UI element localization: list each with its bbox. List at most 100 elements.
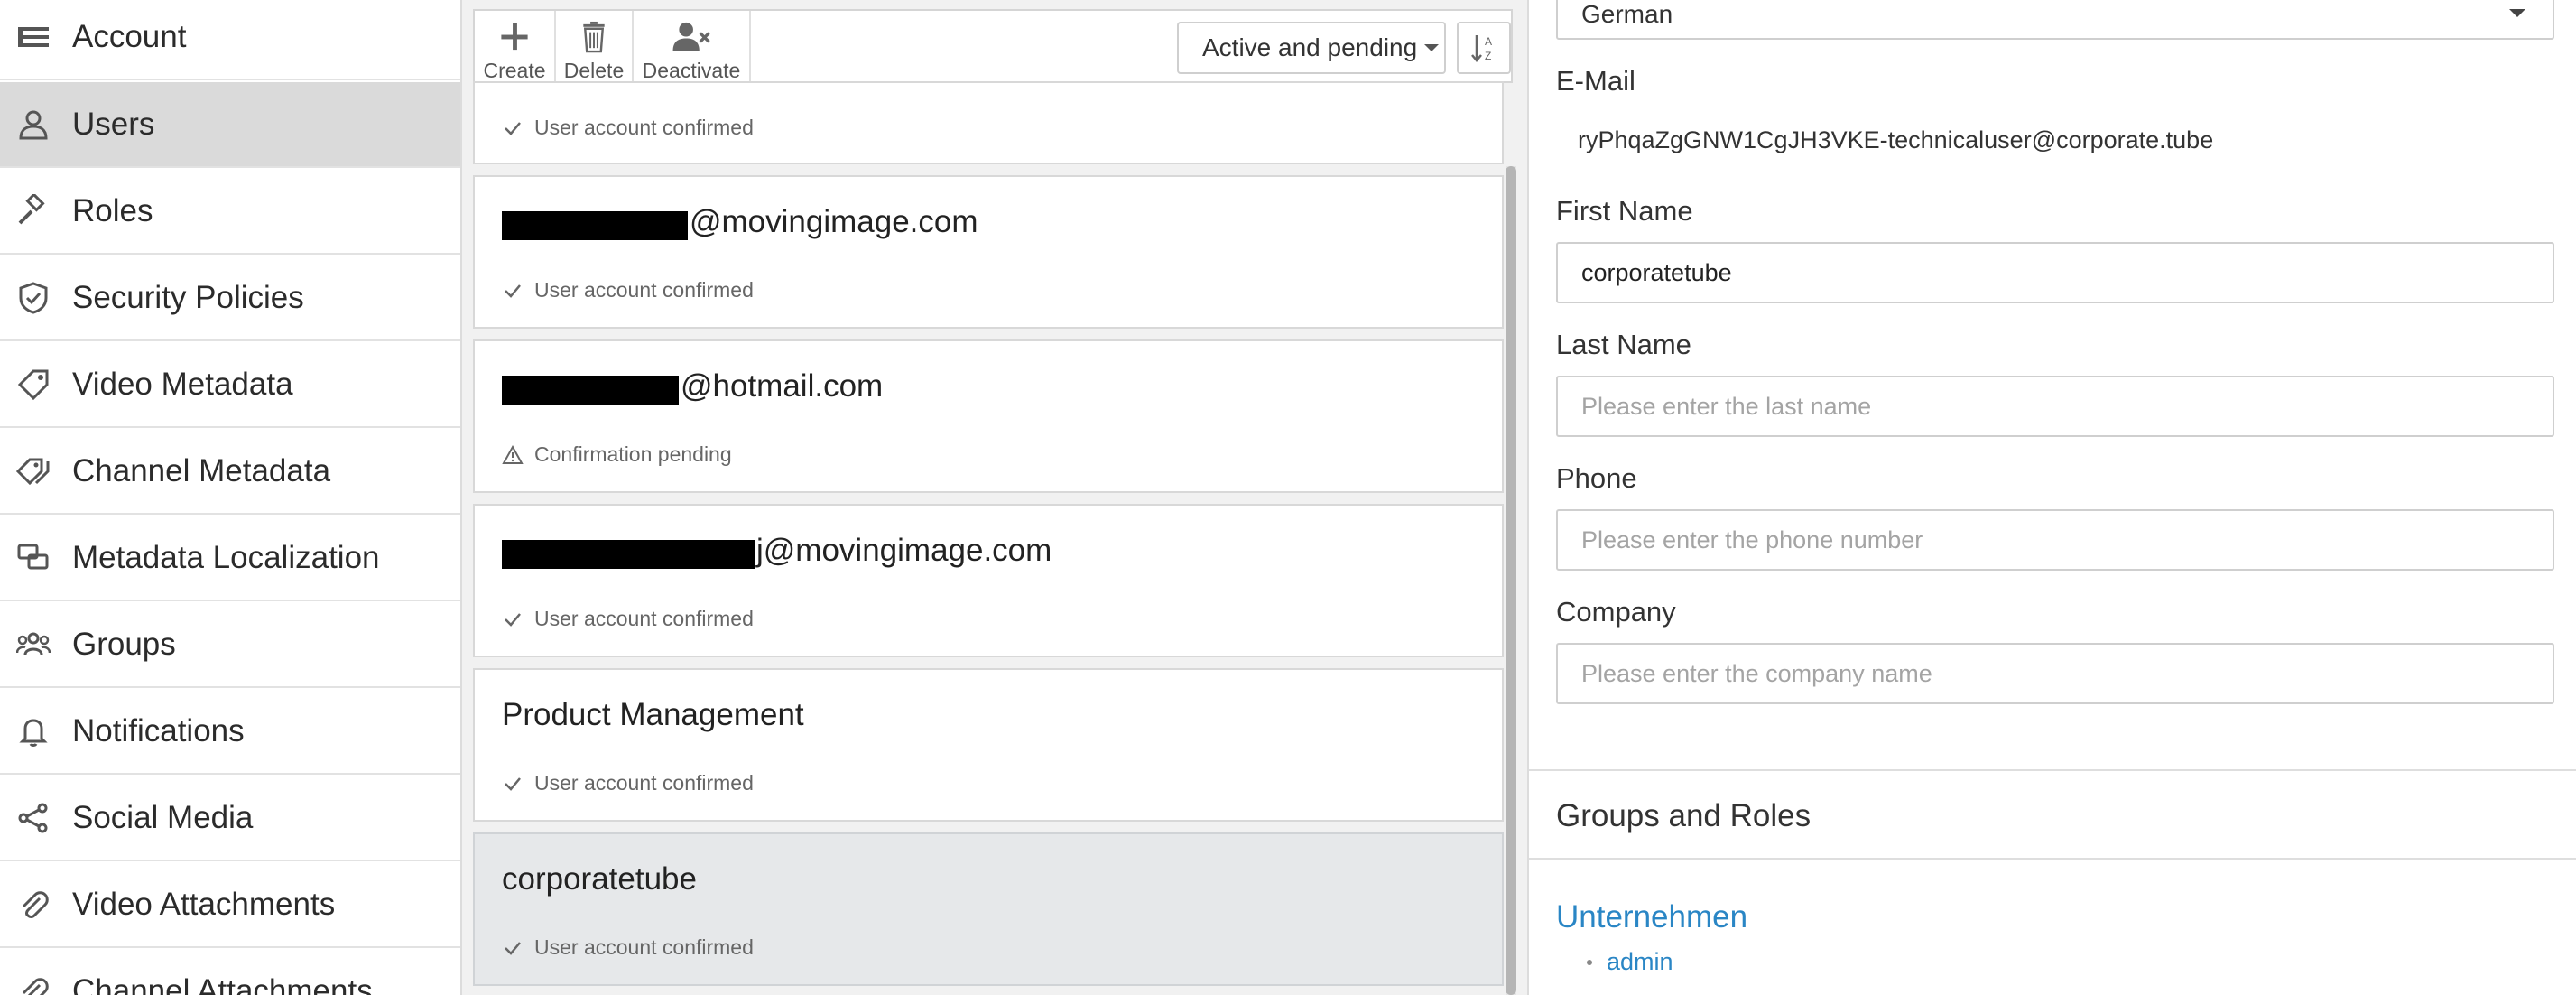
trash-icon xyxy=(583,21,605,53)
role-link[interactable]: admin xyxy=(1607,948,1673,976)
language-select[interactable]: German xyxy=(1556,0,2554,40)
user-name: @hotmail.com xyxy=(681,368,884,404)
gavel-icon xyxy=(18,193,45,224)
first-name-field[interactable] xyxy=(1556,242,2554,303)
sidebar-item-label: Security Policies xyxy=(72,279,304,315)
sidebar-item-account[interactable]: Account xyxy=(0,0,460,80)
shield-check-icon xyxy=(19,281,48,314)
list-toolbar: Create Delete Deactivate Active and pend… xyxy=(473,9,1513,83)
sidebar-item-label: Account xyxy=(72,18,187,54)
status-line: User account confirmed xyxy=(502,935,754,960)
email-label: E-Mail xyxy=(1556,65,1635,97)
sidebar-item-label: Channel Attachments xyxy=(72,972,373,995)
sidebar-item-video-attachments[interactable]: Video Attachments xyxy=(0,862,460,948)
company-field[interactable] xyxy=(1556,643,2554,704)
delete-label: Delete xyxy=(563,59,625,82)
deactivate-label: Deactivate xyxy=(642,59,741,82)
sidebar-item-metadata-localization[interactable]: Metadata Localization xyxy=(0,516,460,601)
scrollbar-thumb[interactable] xyxy=(1506,166,1516,995)
last-name-field[interactable] xyxy=(1556,376,2554,437)
sidebar: Account Users Roles Security Policies Vi… xyxy=(0,0,462,995)
user-icon xyxy=(19,110,48,139)
sidebar-item-social-media[interactable]: Social Media xyxy=(0,776,460,861)
user-status: User account confirmed xyxy=(534,935,754,959)
group-link[interactable]: Unternehmen xyxy=(1556,899,1747,935)
user-detail-panel: German E-Mail ryPhqaZgGNW1CgJH3VKE-techn… xyxy=(1529,0,2576,995)
status-line: Confirmation pending xyxy=(502,442,732,467)
sidebar-item-security-policies[interactable]: Security Policies xyxy=(0,256,460,341)
sidebar-item-label: Video Metadata xyxy=(72,366,293,402)
sidebar-item-label: Video Attachments xyxy=(72,886,336,922)
last-name-label: Last Name xyxy=(1556,329,1691,360)
bell-icon xyxy=(19,718,48,747)
redaction-bar xyxy=(502,211,688,240)
sort-alpha-down-icon: A Z xyxy=(1471,35,1492,62)
paperclip-icon xyxy=(22,890,49,918)
svg-text:A: A xyxy=(1485,35,1492,48)
check-icon xyxy=(505,612,521,627)
user-status: Confirmation pending xyxy=(534,442,732,466)
user-list-item-selected[interactable]: corporatetube User account confirmed xyxy=(473,832,1504,986)
status-filter-select[interactable]: Active and pending xyxy=(1177,22,1446,74)
sidebar-item-label: Users xyxy=(72,106,155,142)
user-list-item[interactable]: User account confirmed xyxy=(473,81,1504,164)
email-value: ryPhqaZgGNW1CgJH3VKE-technicaluser@corpo… xyxy=(1578,126,2214,153)
create-button[interactable]: Create xyxy=(475,11,556,83)
account-list-icon xyxy=(18,26,49,47)
sidebar-item-label: Social Media xyxy=(72,799,254,835)
sidebar-item-label: Groups xyxy=(72,626,176,662)
user-status: User account confirmed xyxy=(534,278,754,302)
share-icon xyxy=(18,803,48,832)
user-list-panel: Create Delete Deactivate Active and pend… xyxy=(462,0,1529,995)
first-name-label: First Name xyxy=(1556,195,1693,227)
sidebar-item-notifications[interactable]: Notifications xyxy=(0,689,460,775)
chevron-down-icon xyxy=(2509,9,2525,17)
svg-text:Z: Z xyxy=(1485,50,1491,62)
chevron-down-icon xyxy=(1424,44,1440,51)
status-line: User account confirmed xyxy=(502,607,754,631)
user-name: @movingimage.com xyxy=(690,204,978,239)
user-list-item[interactable]: j@movingimage.com User account confirmed xyxy=(473,504,1504,657)
group-icon xyxy=(16,632,51,655)
tag-icon xyxy=(17,369,49,400)
phone-label: Phone xyxy=(1556,462,1637,494)
user-list-item[interactable]: @movingimage.com User account confirmed xyxy=(473,175,1504,329)
sidebar-item-label: Channel Metadata xyxy=(72,452,331,488)
user-name: Product Management xyxy=(502,697,804,732)
company-label: Company xyxy=(1556,596,1676,628)
redaction-bar xyxy=(502,376,679,405)
language-value: German xyxy=(1581,0,1673,28)
check-icon xyxy=(505,941,521,955)
status-line: User account confirmed xyxy=(502,278,754,302)
comments-icon xyxy=(17,544,49,569)
sidebar-item-label: Metadata Localization xyxy=(72,539,380,575)
sidebar-item-roles[interactable]: Roles xyxy=(0,169,460,255)
sidebar-item-video-metadata[interactable]: Video Metadata xyxy=(0,342,460,428)
deactivate-button[interactable]: Deactivate xyxy=(634,11,751,83)
status-filter-value: Active and pending xyxy=(1202,33,1418,61)
sidebar-item-channel-metadata[interactable]: Channel Metadata xyxy=(0,429,460,515)
groups-roles-header[interactable]: Groups and Roles xyxy=(1529,769,2576,860)
status-line: User account confirmed xyxy=(502,116,754,140)
user-list-item[interactable]: @hotmail.com Confirmation pending xyxy=(473,339,1504,493)
sidebar-item-channel-attachments[interactable]: Channel Attachments xyxy=(0,949,460,995)
sort-button[interactable]: A Z xyxy=(1457,22,1511,74)
create-label: Create xyxy=(483,59,546,82)
paperclip-icon xyxy=(22,977,49,995)
sidebar-item-label: Notifications xyxy=(72,712,245,749)
user-name: j@movingimage.com xyxy=(756,533,1052,568)
sidebar-item-users[interactable]: Users xyxy=(0,82,460,168)
user-list-item[interactable]: Product Management User account confirme… xyxy=(473,668,1504,822)
redaction-bar xyxy=(502,540,755,569)
user-status: User account confirmed xyxy=(534,607,754,630)
sidebar-item-label: Roles xyxy=(72,192,153,228)
status-line: User account confirmed xyxy=(502,771,754,795)
sidebar-item-groups[interactable]: Groups xyxy=(0,602,460,688)
phone-field[interactable] xyxy=(1556,509,2554,571)
delete-button[interactable]: Delete xyxy=(556,11,634,83)
tags-icon xyxy=(16,458,50,485)
groups-roles-title: Groups and Roles xyxy=(1556,798,1812,833)
user-status: User account confirmed xyxy=(534,771,754,795)
check-icon xyxy=(505,776,521,791)
role-bullet xyxy=(1587,960,1592,965)
